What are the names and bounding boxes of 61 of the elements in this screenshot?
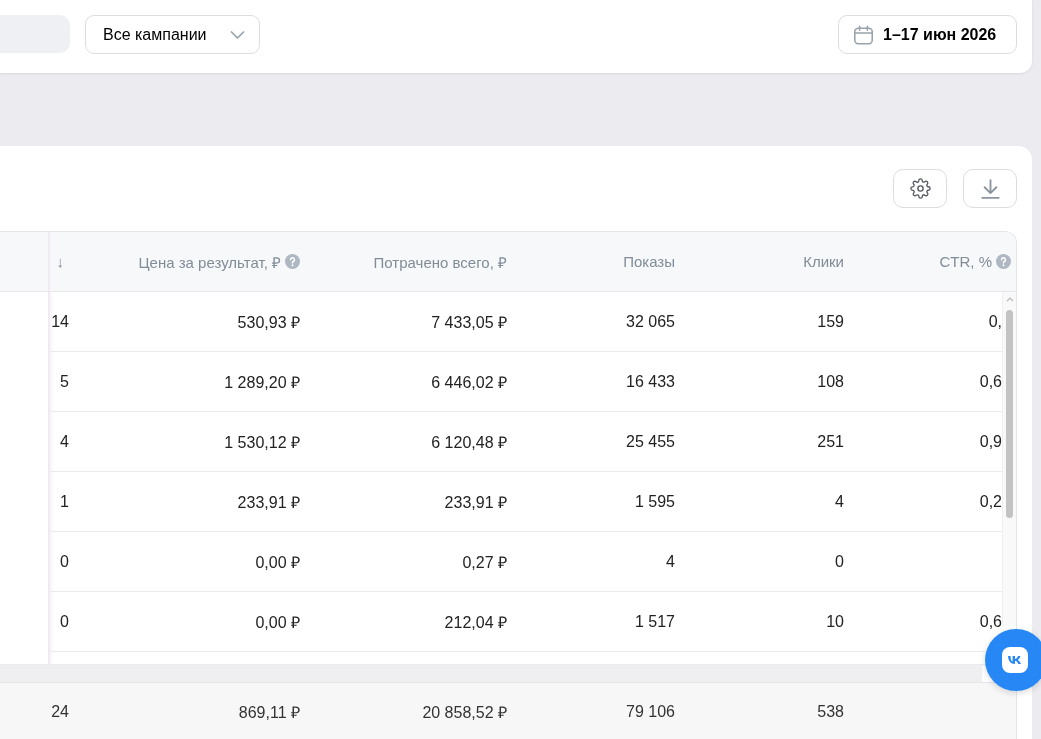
spend-value: 7 433,05 ₽ bbox=[431, 312, 507, 333]
help-icon[interactable] bbox=[996, 254, 1011, 269]
impressions-value: 32 065 bbox=[626, 312, 675, 331]
results-value: 4 bbox=[60, 432, 69, 451]
logo-icon bbox=[1002, 647, 1028, 673]
price-value: 233,91 ₽ bbox=[237, 492, 300, 513]
impressions-value: 16 433 bbox=[626, 372, 675, 391]
column-header[interactable]: Показы bbox=[623, 253, 675, 270]
total-impressions: 79 106 bbox=[626, 702, 675, 721]
price-value: 1 289,20 ₽ bbox=[224, 372, 300, 393]
settings-icon bbox=[909, 178, 931, 199]
total-price: 869,11 ₽ bbox=[238, 702, 300, 723]
impressions-value: 4 bbox=[666, 552, 675, 571]
download-button[interactable] bbox=[963, 169, 1017, 208]
calendar-icon bbox=[854, 24, 873, 45]
column-header[interactable]: Потрачено всего, ₽ bbox=[373, 251, 507, 272]
spend-value: 233,91 ₽ bbox=[444, 492, 507, 513]
ctr-value: 0,6 bbox=[979, 372, 1002, 391]
price-value: 0,00 ₽ bbox=[255, 552, 300, 573]
ctr-value: 0,2 bbox=[979, 492, 1002, 511]
total-spend: 20 858,52 ₽ bbox=[422, 702, 507, 723]
clicks-value: 251 bbox=[817, 432, 844, 451]
results-value: 14 bbox=[51, 312, 69, 331]
spend-value: 6 446,02 ₽ bbox=[431, 372, 507, 393]
download-icon bbox=[980, 178, 1000, 199]
chevron-down-icon bbox=[230, 30, 245, 39]
column-header[interactable]: Клики bbox=[803, 253, 844, 270]
clicks-value: 108 bbox=[817, 372, 844, 391]
clicks-value: 4 bbox=[835, 492, 844, 511]
scrollbar-thumb[interactable] bbox=[1006, 310, 1013, 518]
horizontal-scrollbar[interactable] bbox=[0, 665, 982, 682]
total-clicks: 538 bbox=[817, 702, 844, 721]
scroll-up-icon[interactable] bbox=[1006, 297, 1014, 302]
ctr-value: 0, bbox=[988, 312, 1002, 331]
vertical-scrollbar[interactable] bbox=[1002, 292, 1016, 626]
ctr-value: 0,9 bbox=[979, 432, 1002, 451]
results-value: 1 bbox=[60, 492, 69, 511]
results-value: 0 bbox=[60, 552, 69, 571]
ctr-value: 0,6 bbox=[979, 612, 1002, 631]
price-value: 1 530,12 ₽ bbox=[224, 432, 300, 453]
campaign-dropdown[interactable]: Все кампании bbox=[85, 15, 260, 54]
clicks-value: 0 bbox=[835, 552, 844, 571]
clicks-value: 159 bbox=[817, 312, 844, 331]
settings-button[interactable] bbox=[893, 169, 947, 208]
impressions-value: 1 517 bbox=[634, 612, 675, 631]
total-results: 24 bbox=[51, 702, 69, 721]
results-value: 0 bbox=[60, 612, 69, 631]
spend-value: 6 120,48 ₽ bbox=[431, 432, 507, 453]
results-value: 5 bbox=[60, 372, 69, 391]
spend-value: 0,27 ₽ bbox=[462, 552, 507, 573]
impressions-value: 1 595 bbox=[634, 492, 675, 511]
price-value: 530,93 ₽ bbox=[237, 312, 300, 333]
column-header[interactable]: Цена за результат, ₽ bbox=[138, 251, 281, 272]
spend-value: 212,04 ₽ bbox=[444, 612, 507, 633]
help-icon[interactable] bbox=[285, 254, 300, 269]
impressions-value: 25 455 bbox=[626, 432, 675, 451]
clicks-value: 10 bbox=[826, 612, 844, 631]
price-value: 0,00 ₽ bbox=[255, 612, 300, 633]
sort-indicator[interactable]: ↓ bbox=[56, 253, 64, 270]
column-header[interactable]: CTR, % bbox=[939, 253, 992, 270]
date-range-button[interactable]: 1–17 июн 2026 bbox=[838, 15, 1017, 54]
